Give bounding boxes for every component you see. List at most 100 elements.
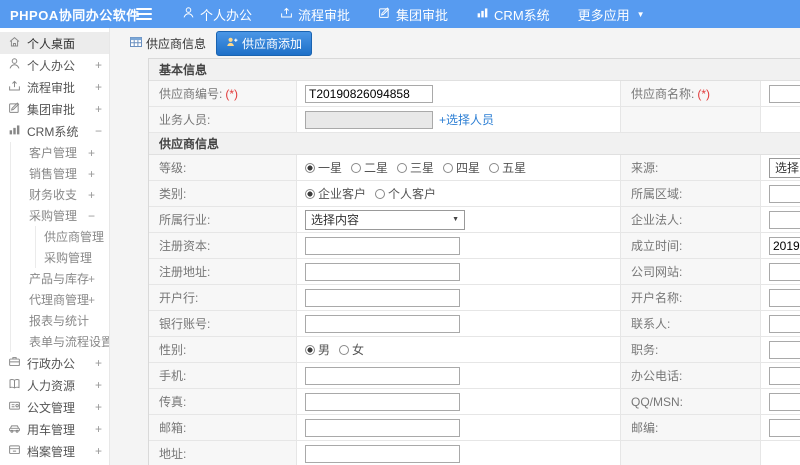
- sidebar-item-workflow-approval[interactable]: 流程审批 +: [0, 76, 109, 98]
- nav-item-group-approval[interactable]: 集团审批: [364, 0, 462, 28]
- radio-option[interactable]: 一星: [305, 159, 342, 176]
- sidebar-item-agent-management[interactable]: 代理商管理 +: [11, 289, 109, 310]
- radio-option[interactable]: 三星: [397, 159, 434, 176]
- document-card-icon: [8, 399, 27, 415]
- postcode-input[interactable]: [769, 418, 800, 437]
- industry-select[interactable]: 选择内容 ▼: [305, 209, 465, 230]
- bar-chart-icon: [476, 6, 489, 22]
- tab-supplier-add[interactable]: 供应商添加: [216, 30, 313, 56]
- sidebar-item-form-flow-settings[interactable]: 表单与流程设置+: [11, 331, 109, 352]
- radio-option[interactable]: 男: [305, 341, 330, 358]
- sidebar-item-archive-management[interactable]: 档案管理 +: [0, 440, 109, 462]
- sidebar-item-personal-desktop[interactable]: 个人桌面: [0, 32, 109, 54]
- region-input[interactable]: [769, 184, 800, 203]
- qq-msn-input[interactable]: [769, 392, 800, 411]
- collapse-minus-icon[interactable]: −: [88, 209, 95, 223]
- email-input[interactable]: [305, 418, 460, 437]
- radio-option[interactable]: 五星: [489, 159, 526, 176]
- account-name-input[interactable]: [769, 288, 800, 307]
- tab-bar: 供应商信息 供应商添加: [110, 28, 800, 58]
- sidebar-item-finance[interactable]: 财务收支 +: [11, 184, 109, 205]
- sidebar-item-sales-management[interactable]: 销售管理 +: [11, 163, 109, 184]
- expand-plus-icon[interactable]: +: [95, 400, 102, 414]
- source-select[interactable]: 选择内容▼: [769, 157, 800, 178]
- expand-plus-icon[interactable]: +: [88, 146, 95, 160]
- office-phone-input[interactable]: [769, 366, 800, 385]
- expand-plus-icon[interactable]: +: [95, 80, 102, 94]
- supplier-add-form: 基本信息 供应商编号: (*) 供应商名称: (*): [148, 58, 800, 465]
- legal-person-input[interactable]: [769, 210, 800, 229]
- sidebar-item-personal-office[interactable]: 个人办公 +: [0, 54, 109, 76]
- form-row-fax: 传真: QQ/MSN:: [149, 389, 800, 415]
- form-row-supplier-code: 供应商编号: (*) 供应商名称: (*): [149, 81, 800, 107]
- sidebar-item-customer-management[interactable]: 客户管理 +: [11, 142, 109, 163]
- registered-capital-input[interactable]: [305, 236, 460, 255]
- radio-option[interactable]: 企业客户: [305, 185, 366, 202]
- expand-plus-icon[interactable]: +: [95, 58, 102, 72]
- sidebar-item-vehicle-management[interactable]: 用车管理 +: [0, 418, 109, 440]
- upload-icon: [280, 6, 293, 22]
- expand-plus-icon[interactable]: +: [95, 444, 102, 458]
- radio-option[interactable]: 个人客户: [375, 185, 436, 202]
- sidebar-item-purchasing[interactable]: 采购管理: [36, 247, 109, 268]
- hamburger-menu-icon[interactable]: [136, 5, 152, 23]
- radio-option[interactable]: 四星: [443, 159, 480, 176]
- contact-person-input[interactable]: [769, 314, 800, 333]
- expand-plus-icon[interactable]: +: [88, 188, 95, 202]
- nav-item-crm-system[interactable]: CRM系统: [462, 0, 564, 28]
- sidebar-item-crm-system[interactable]: CRM系统 −: [0, 120, 109, 142]
- expand-plus-icon[interactable]: +: [88, 293, 95, 307]
- founding-date-input[interactable]: [769, 236, 800, 255]
- expand-plus-icon[interactable]: +: [95, 422, 102, 436]
- form-row-address: 地址:: [149, 441, 800, 465]
- radio-icon: [397, 162, 408, 173]
- collapse-minus-icon[interactable]: −: [95, 124, 102, 138]
- nav-item-personal-office[interactable]: 个人办公: [168, 0, 266, 28]
- bank-account-input[interactable]: [305, 314, 460, 333]
- sidebar-item-product-inventory[interactable]: 产品与库存 +: [11, 268, 109, 289]
- expand-plus-icon[interactable]: +: [95, 378, 102, 392]
- job-title-input[interactable]: [769, 340, 800, 359]
- bar-chart-icon: [8, 123, 27, 139]
- nav-item-workflow-approval[interactable]: 流程审批: [266, 0, 364, 28]
- field-label: 银行账号:: [159, 317, 211, 331]
- field-label: 办公电话:: [631, 369, 683, 383]
- fax-input[interactable]: [305, 392, 460, 411]
- company-website-input[interactable]: [769, 262, 800, 281]
- sidebar-item-administration[interactable]: 行政办公 +: [0, 352, 109, 374]
- field-label: 所属行业:: [159, 213, 211, 227]
- expand-plus-icon[interactable]: +: [95, 102, 102, 116]
- caret-down-icon: ▼: [452, 216, 459, 223]
- bank-input[interactable]: [305, 288, 460, 307]
- caret-down-icon: ▼: [636, 9, 645, 19]
- book-icon: [8, 377, 27, 393]
- sidebar-item-supplier-management[interactable]: 供应商管理: [36, 226, 109, 247]
- supplier-code-input[interactable]: [305, 84, 433, 103]
- expand-plus-icon[interactable]: +: [88, 167, 95, 181]
- top-header: PHPOA协同办公软件 个人办公 流程审批 集团审批 CRM系统 更多应用 ▼: [0, 0, 800, 28]
- registered-address-input[interactable]: [305, 262, 460, 281]
- sidebar-item-human-resources[interactable]: 人力资源 +: [0, 374, 109, 396]
- field-label: QQ/MSN:: [631, 394, 684, 409]
- mobile-input[interactable]: [305, 366, 460, 385]
- section-title-basic-info: 基本信息: [149, 59, 800, 81]
- expand-plus-icon[interactable]: +: [95, 356, 102, 370]
- supplier-name-input[interactable]: [769, 84, 800, 103]
- choose-person-link[interactable]: +选择人员: [439, 111, 494, 128]
- home-icon: [8, 35, 27, 51]
- radio-option[interactable]: 女: [339, 341, 364, 358]
- nav-item-more-apps[interactable]: 更多应用 ▼: [564, 0, 659, 28]
- tab-supplier-info[interactable]: 供应商信息: [130, 35, 206, 52]
- form-row-email: 邮箱: 邮编:: [149, 415, 800, 441]
- business-person-input[interactable]: [305, 110, 433, 129]
- address-input[interactable]: [305, 444, 460, 463]
- sidebar-item-document-management[interactable]: 公文管理 +: [0, 396, 109, 418]
- add-supplier-icon: [226, 36, 238, 51]
- sidebar-item-group-approval[interactable]: 集团审批 +: [0, 98, 109, 120]
- expand-plus-icon[interactable]: +: [88, 272, 95, 286]
- field-label: 供应商名称:: [631, 87, 695, 101]
- sidebar-item-reports-statistics[interactable]: 报表与统计: [11, 310, 109, 331]
- radio-option[interactable]: 二星: [351, 159, 388, 176]
- sidebar-item-purchase-management[interactable]: 采购管理 −: [11, 205, 109, 226]
- field-label: 注册资本:: [159, 239, 211, 253]
